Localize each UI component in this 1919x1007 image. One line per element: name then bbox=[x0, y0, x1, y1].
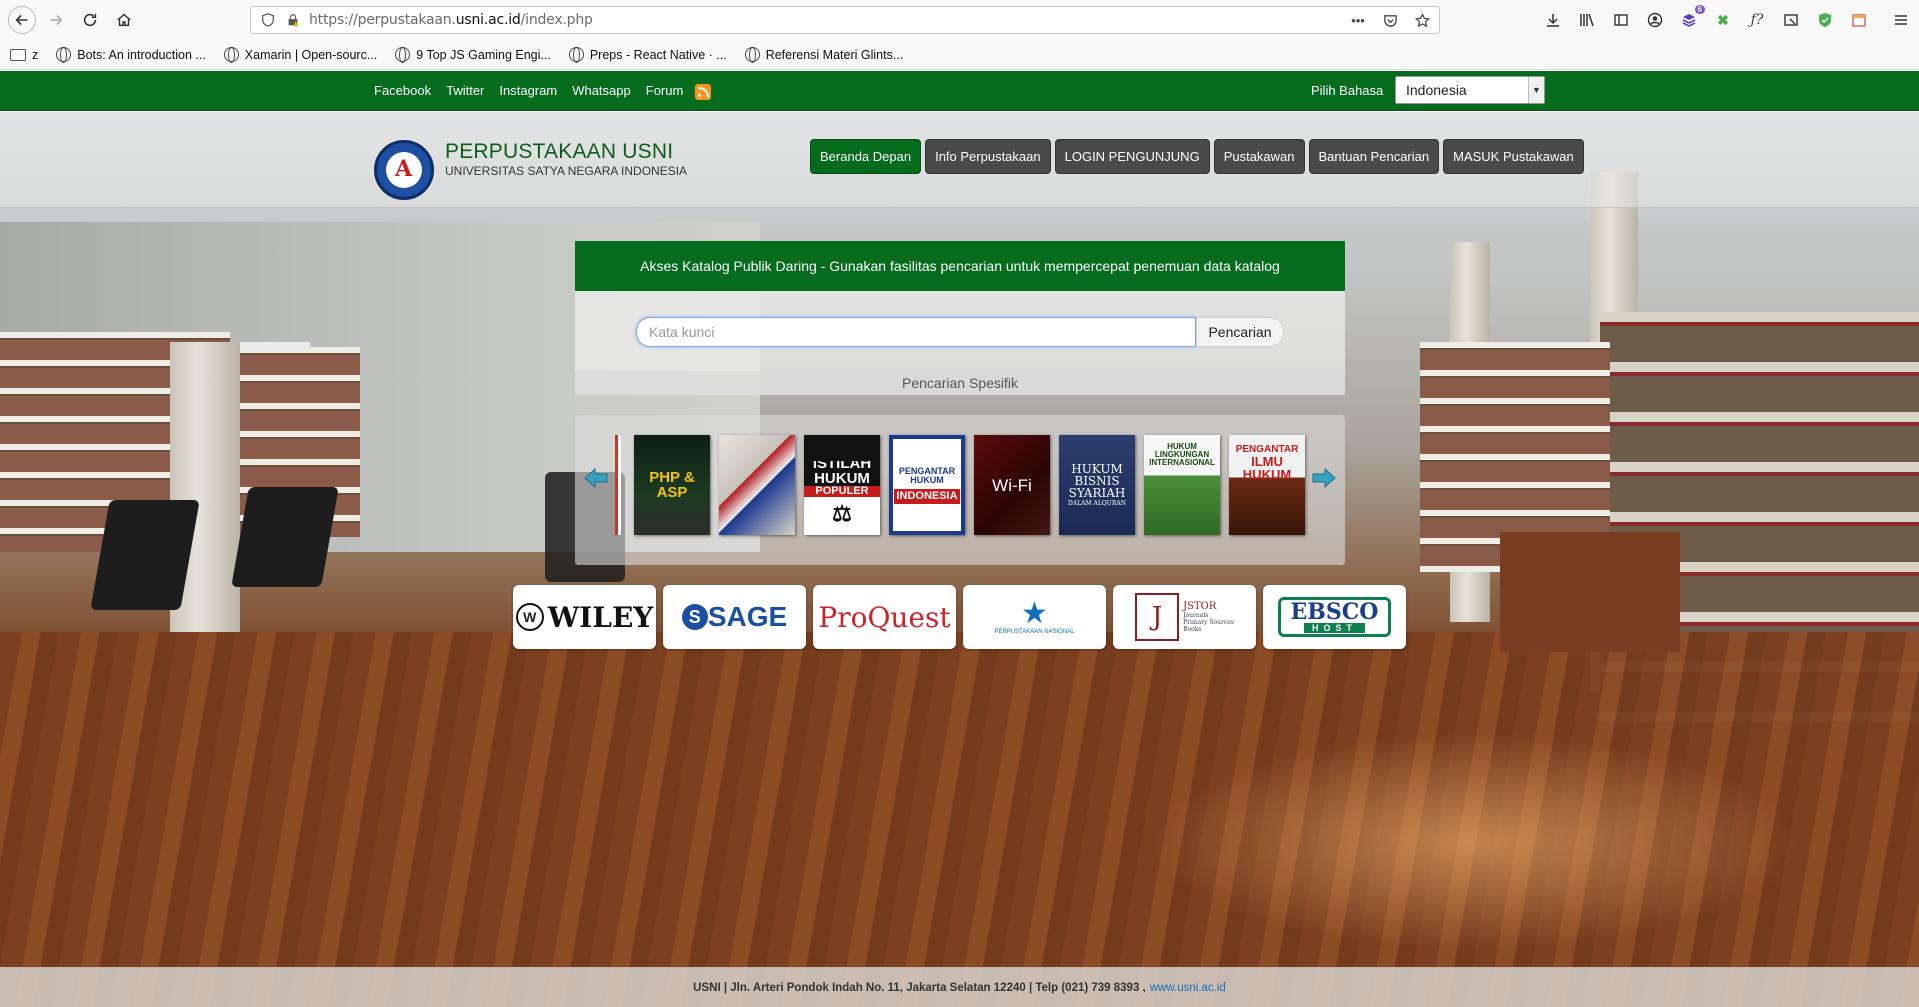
book-cover[interactable]: PHP & ASP bbox=[634, 435, 710, 535]
ebsco-logo[interactable]: EBSCO HOST bbox=[1263, 585, 1406, 649]
arrow-right-icon[interactable] bbox=[1311, 467, 1337, 489]
site-header: PERPUSTAKAAN USNI UNIVERSITAS SATYA NEGA… bbox=[0, 112, 1919, 208]
book-carousel: PHP & ASP KAMUS ISTILAH HUKUM POPULER ⚖ … bbox=[575, 415, 1345, 565]
nav-masuk-pustakawan[interactable]: MASUK Pustakawan bbox=[1443, 139, 1584, 174]
home-icon bbox=[117, 13, 131, 27]
facebook-link[interactable]: Facebook bbox=[374, 83, 431, 100]
calendar-icon[interactable] bbox=[1849, 10, 1869, 30]
main-nav: Beranda Depan Info Perpustakaan LOGIN PE… bbox=[810, 139, 1584, 174]
download-icon[interactable] bbox=[1543, 10, 1563, 30]
nav-bantuan-pencarian[interactable]: Bantuan Pencarian bbox=[1308, 139, 1440, 174]
language-select[interactable]: Indonesia ▼ bbox=[1395, 76, 1545, 104]
pocket-icon[interactable] bbox=[1381, 11, 1399, 29]
globe-icon bbox=[56, 47, 72, 63]
opac-banner: Akses Katalog Publik Daring - Gunakan fa… bbox=[575, 241, 1345, 291]
sage-logo[interactable]: S SAGE bbox=[663, 585, 806, 649]
nav-login-pengunjung[interactable]: LOGIN PENGUNJUNG bbox=[1054, 139, 1210, 174]
book-cover[interactable]: HUKUM BISNIS SYARIAH DALAM ALQURAN bbox=[1059, 435, 1135, 535]
footer: USNI | Jln. Arteri Pondok Indah No. 11, … bbox=[0, 967, 1919, 1007]
library-icon[interactable] bbox=[1577, 10, 1597, 30]
menu-icon[interactable] bbox=[1891, 10, 1911, 30]
function-icon[interactable]: ƒ? bbox=[1747, 10, 1767, 30]
site-topbar: Facebook Twitter Instagram Whatsapp Foru… bbox=[0, 71, 1919, 111]
search-box: Kata kunci Pencarian bbox=[575, 291, 1345, 371]
warning-lock-icon bbox=[285, 12, 301, 28]
screenshot-icon[interactable] bbox=[1781, 10, 1801, 30]
globe-icon bbox=[568, 47, 584, 63]
search-input[interactable]: Kata kunci bbox=[636, 317, 1196, 347]
extension-icon[interactable]: 6 bbox=[1679, 5, 1705, 30]
forward-button[interactable] bbox=[42, 6, 70, 34]
account-icon[interactable] bbox=[1645, 10, 1665, 30]
whatsapp-link[interactable]: Whatsapp bbox=[572, 83, 631, 100]
book-cover[interactable] bbox=[719, 435, 795, 535]
globe-icon bbox=[395, 47, 411, 63]
book-cover[interactable]: PENGANTAR ILMU HUKUM bbox=[1229, 435, 1305, 535]
nav-info-perpustakaan[interactable]: Info Perpustakaan bbox=[925, 139, 1051, 174]
jstor-logo[interactable]: J JSTOR Journals Primary Sources Books bbox=[1113, 585, 1256, 649]
url-bar[interactable]: https://perpustakaan.usni.ac.id/index.ph… bbox=[250, 6, 1440, 34]
twitter-link[interactable]: Twitter bbox=[446, 83, 484, 100]
site-title[interactable]: PERPUSTAKAAN USNI bbox=[445, 140, 673, 164]
sage-emblem-icon: S bbox=[681, 604, 708, 630]
nav-beranda-depan[interactable]: Beranda Depan bbox=[810, 139, 922, 174]
more-actions-icon[interactable]: ••• bbox=[1349, 11, 1367, 29]
wiley-logo[interactable]: W WILEY bbox=[513, 585, 656, 649]
bookmarks-bar: z Bots: An introduction ... Xamarin | Op… bbox=[0, 40, 1919, 70]
jstor-emblem-icon: J bbox=[1135, 593, 1180, 641]
reload-icon bbox=[83, 13, 97, 27]
bookmark-item[interactable]: Bots: An introduction ... bbox=[56, 47, 206, 63]
arrow-right-icon bbox=[50, 14, 63, 26]
bookmark-item[interactable]: Preps - React Native · ... bbox=[568, 47, 727, 63]
sidebar-icon[interactable] bbox=[1611, 10, 1631, 30]
url-text: https://perpustakaan.usni.ac.id/index.ph… bbox=[309, 12, 593, 28]
bookmark-item[interactable]: 9 Top JS Gaming Engi... bbox=[395, 47, 551, 63]
globe-icon bbox=[744, 47, 760, 63]
perpusnas-logo[interactable]: ★ PERPUSTAKAAN NASIONAL bbox=[963, 585, 1106, 649]
scales-icon: ⚖ bbox=[832, 501, 852, 526]
bookmark-item[interactable]: Xamarin | Open-sourc... bbox=[223, 47, 377, 63]
bookmark-star-icon[interactable] bbox=[1413, 11, 1431, 29]
book-cover[interactable]: HUKUM LINGKUNGAN INTERNASIONAL bbox=[1144, 435, 1220, 535]
reload-button[interactable] bbox=[76, 6, 104, 34]
shield-icon bbox=[260, 12, 276, 28]
puzzle-extension-icon[interactable]: ✖ bbox=[1713, 10, 1733, 30]
rss-icon[interactable] bbox=[695, 84, 712, 100]
nav-pustakawan[interactable]: Pustakawan bbox=[1213, 139, 1305, 174]
shield-check-icon[interactable] bbox=[1815, 10, 1835, 30]
star-icon: ★ bbox=[1021, 597, 1048, 630]
book-cover[interactable]: Wi-Fi bbox=[974, 435, 1050, 535]
back-button[interactable] bbox=[8, 6, 36, 34]
social-links: Facebook Twitter Instagram Whatsapp Foru… bbox=[374, 83, 712, 100]
globe-icon bbox=[223, 47, 239, 63]
home-button[interactable] bbox=[110, 6, 138, 34]
browser-toolbar: https://perpustakaan.usni.ac.id/index.ph… bbox=[0, 0, 1919, 40]
specific-search-link[interactable]: Pencarian Spesifik bbox=[575, 371, 1345, 395]
book-cover[interactable]: KAMUS ISTILAH HUKUM POPULER ⚖ bbox=[804, 435, 880, 535]
search-button[interactable]: Pencarian bbox=[1196, 317, 1284, 347]
forum-link[interactable]: Forum bbox=[646, 83, 684, 100]
site-subtitle: UNIVERSITAS SATYA NEGARA INDONESIA bbox=[445, 164, 688, 178]
proquest-logo[interactable]: ProQuest bbox=[813, 585, 956, 649]
wiley-emblem-icon: W bbox=[515, 603, 544, 631]
arrow-left-icon[interactable] bbox=[583, 467, 609, 489]
arrow-left-icon bbox=[15, 14, 28, 26]
bookmark-item[interactable]: z bbox=[10, 48, 38, 62]
bookmark-item[interactable]: Referensi Materi Glints... bbox=[744, 47, 903, 63]
footer-website-link[interactable]: www.usni.ac.id bbox=[1150, 982, 1226, 994]
chevron-down-icon: ▼ bbox=[1528, 77, 1544, 103]
instagram-link[interactable]: Instagram bbox=[499, 83, 557, 100]
footer-address: USNI | Jln. Arteri Pondok Indah No. 11, … bbox=[693, 981, 1146, 994]
folder-icon bbox=[10, 48, 26, 61]
usni-logo[interactable] bbox=[374, 140, 434, 200]
book-cover[interactable]: PENGANTAR HUKUM INDONESIA bbox=[889, 435, 965, 535]
language-label: Pilih Bahasa bbox=[1311, 83, 1384, 98]
